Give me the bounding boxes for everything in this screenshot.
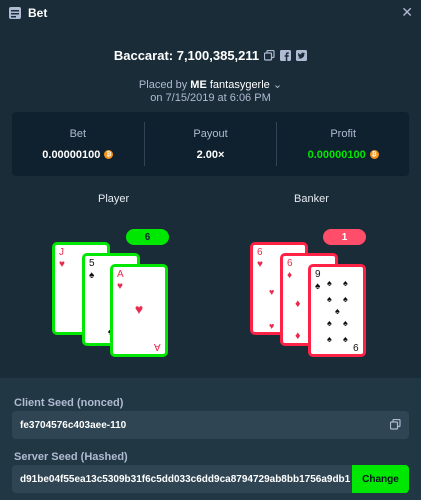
username-link[interactable]: fantasygerle bbox=[210, 79, 270, 91]
stat-profit: Profit 0.00000100 ₿ bbox=[277, 112, 409, 176]
copy-icon[interactable] bbox=[390, 419, 401, 430]
btc-icon: ₿ bbox=[104, 150, 114, 159]
heart-icon: ♥ bbox=[269, 287, 275, 297]
server-seed-label: Server Seed (Hashed) bbox=[14, 451, 128, 463]
card-rank: 9 bbox=[353, 341, 359, 352]
placed-date: on 7/15/2019 at 6:06 PM bbox=[150, 92, 271, 104]
stat-bet-label: Bet bbox=[69, 127, 87, 140]
stat-payout-label: Payout bbox=[193, 127, 228, 140]
client-seed-field[interactable]: fe3704576c403aee-110 bbox=[12, 411, 409, 439]
diamond-icon: ♦ bbox=[287, 270, 293, 281]
bet-stats-panel: Bet 0.00000100 ₿ Payout 2.00× Profit 0.0… bbox=[12, 112, 409, 176]
heart-icon: ♥ bbox=[134, 301, 144, 317]
stat-profit-value: 0.00000100 ₿ bbox=[308, 149, 379, 161]
heart-icon: ♥ bbox=[257, 259, 263, 270]
stat-bet-value: 0.00000100 ₿ bbox=[42, 148, 114, 161]
placed-prefix: Placed by bbox=[138, 79, 188, 91]
card-rank: A bbox=[154, 341, 161, 352]
card-rank: 5 bbox=[89, 258, 95, 269]
card-rank: J bbox=[59, 247, 64, 258]
heart-icon: ♥ bbox=[59, 259, 65, 270]
heart-icon: ♥ bbox=[269, 321, 275, 331]
server-seed-field[interactable]: d91be04f55ea13c5309b31f6c5dd033c6dd9ca87… bbox=[12, 465, 353, 493]
profit-amount: 0.00000100 bbox=[307, 148, 366, 161]
chevron-down-icon[interactable]: ⌄ bbox=[270, 79, 282, 91]
card-rank: 9 bbox=[315, 269, 321, 280]
btc-icon: ₿ bbox=[369, 150, 379, 159]
placed-by: Placed by ME fantasygerle ⌄ bbox=[0, 78, 421, 91]
client-seed-value: fe3704576c403aee-110 bbox=[20, 419, 127, 431]
banker-label: Banker bbox=[294, 193, 329, 205]
heart-icon: ♥ bbox=[117, 281, 123, 292]
bet-amount: 0.00000100 bbox=[42, 148, 101, 161]
facebook-icon[interactable] bbox=[280, 50, 292, 61]
banker-score-badge: 1 bbox=[323, 229, 366, 245]
spade-pips: ♠ ♠ ♠ ♠ ♠ ♠ ♠ ♠ ♠ bbox=[327, 278, 348, 344]
stat-profit-label: Profit bbox=[330, 127, 357, 140]
diamond-icon: ♦ bbox=[295, 330, 301, 342]
modal-title: Bet bbox=[28, 6, 48, 20]
player-card-3: A ♥ ♥ A bbox=[110, 264, 168, 357]
close-icon[interactable]: ✕ bbox=[401, 4, 413, 21]
spade-icon: ♠ bbox=[89, 270, 95, 281]
server-seed-value: d91be04f55ea13c5309b31f6c5dd033c6dd9ca87… bbox=[20, 473, 351, 485]
card-rank: A bbox=[117, 269, 124, 280]
game-title-row: Baccarat: 7,100,385,211 bbox=[0, 48, 421, 63]
game-title: Baccarat: 7,100,385,211 bbox=[113, 48, 260, 63]
change-seed-button[interactable]: Change bbox=[352, 465, 409, 493]
modal-header: Bet ✕ bbox=[0, 0, 421, 26]
stat-bet: Bet 0.00000100 ₿ bbox=[12, 112, 144, 176]
card-rank: 6 bbox=[287, 258, 293, 269]
banker-card-3: 9 ♠ ♠ ♠ ♠ ♠ ♠ ♠ ♠ ♠ ♠ 9 bbox=[308, 264, 366, 357]
twitter-icon[interactable] bbox=[296, 50, 308, 61]
bet-slip-icon bbox=[8, 6, 22, 20]
card-rank: 6 bbox=[257, 247, 263, 258]
client-seed-label: Client Seed (nonced) bbox=[14, 397, 124, 409]
player-label: Player bbox=[98, 193, 130, 205]
user-badge: ME bbox=[190, 79, 207, 91]
copy-icon[interactable] bbox=[264, 50, 275, 61]
stat-payout: Payout 2.00× bbox=[145, 112, 277, 176]
spade-icon: ♠ bbox=[315, 281, 321, 292]
stat-payout-value: 2.00× bbox=[196, 148, 225, 161]
diamond-icon: ♦ bbox=[295, 298, 301, 310]
player-score-badge: 6 bbox=[126, 229, 169, 245]
